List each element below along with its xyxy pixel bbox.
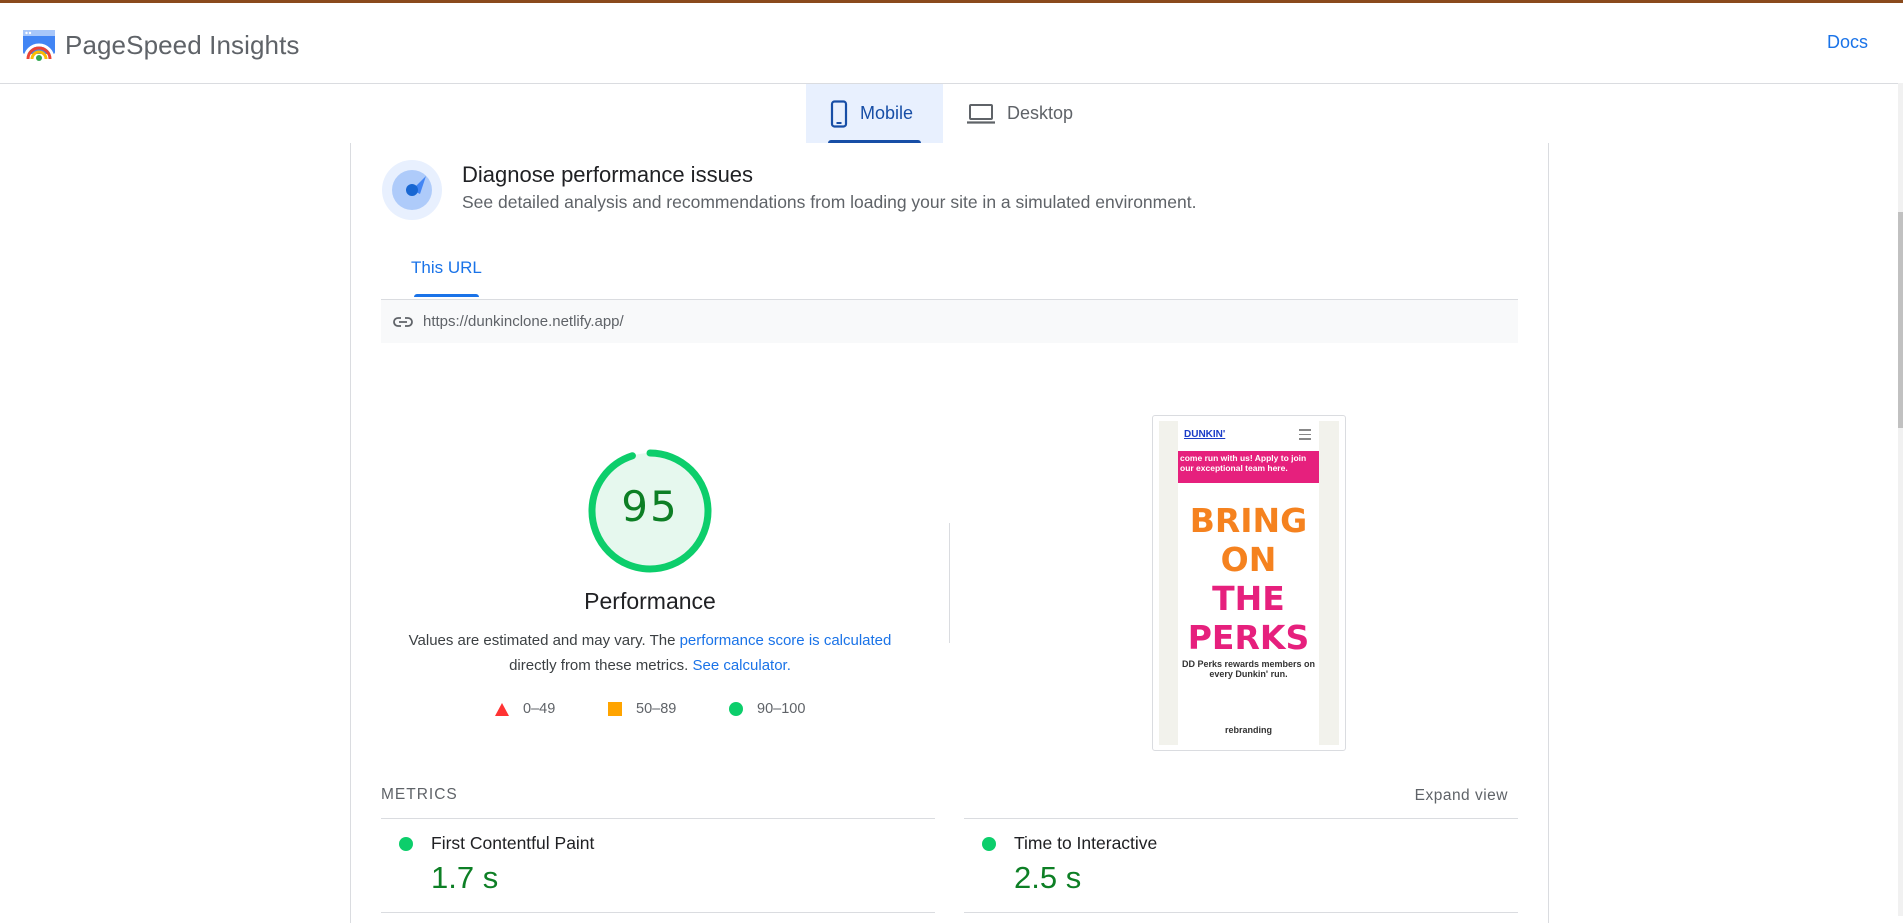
tab-mobile[interactable]: Mobile xyxy=(806,84,943,143)
tab-desktop-label: Desktop xyxy=(1007,103,1074,123)
desc-middle: directly from these metrics. xyxy=(509,657,693,674)
preview-subtext: DD Perks rewards members on every Dunkin… xyxy=(1181,659,1316,679)
legend-fail-label: 0–49 xyxy=(523,701,556,717)
circle-icon xyxy=(729,702,743,716)
diagnose-title: Diagnose performance issues xyxy=(462,162,754,187)
preview-logo-alt: DUNKIN' xyxy=(1184,429,1226,440)
docs-link[interactable]: Docs xyxy=(1827,32,1868,53)
link-icon xyxy=(393,316,413,327)
device-tabs: Mobile Desktop xyxy=(806,84,1095,143)
scrollbar-track[interactable] xyxy=(1898,83,1903,916)
metrics-divider-right xyxy=(964,818,1518,819)
scrollbar-thumb[interactable] xyxy=(1898,212,1903,428)
expand-view-button[interactable]: Expand view xyxy=(1415,787,1508,805)
header: PageSpeed Insights Docs xyxy=(0,3,1898,84)
laptop-icon xyxy=(967,103,995,124)
hero-line-2: ON xyxy=(1220,540,1277,579)
score-calculated-link[interactable]: performance score is calculated xyxy=(680,632,892,649)
legend-average-label: 50–89 xyxy=(636,701,677,717)
final-screenshot: DUNKIN' come run with us! Apply to join … xyxy=(1159,421,1339,745)
hero-line-1: BRING xyxy=(1189,501,1308,540)
triangle-icon xyxy=(495,702,509,716)
metrics-divider-left xyxy=(381,818,935,819)
legend-pass: 90–100 xyxy=(729,701,805,717)
pass-circle-icon xyxy=(399,837,413,851)
tab-mobile-label: Mobile xyxy=(860,103,914,123)
legend-average: 50–89 xyxy=(608,701,676,717)
metric-name: Time to Interactive xyxy=(1014,833,1158,853)
phone-preview: DUNKIN' come run with us! Apply to join … xyxy=(1178,421,1319,745)
metric-row-divider-left xyxy=(381,912,935,913)
preview-banner: come run with us! Apply to join our exce… xyxy=(1178,451,1319,483)
desc-prefix: Values are estimated and may vary. The xyxy=(408,632,680,649)
brand[interactable]: PageSpeed Insights xyxy=(22,28,300,62)
metrics-heading: METRICS xyxy=(381,786,458,803)
app-title: PageSpeed Insights xyxy=(65,29,300,60)
preview-image-alt: rebranding xyxy=(1224,725,1272,735)
hero-line-3: THE xyxy=(1212,579,1285,618)
preview-hero: BRING ON THE PERKS xyxy=(1178,501,1319,657)
performance-label: Performance xyxy=(584,588,716,614)
lab-data-icon xyxy=(382,160,442,220)
diagnose-subtitle: See detailed analysis and recommendation… xyxy=(462,192,1197,212)
vertical-divider xyxy=(949,523,950,643)
metric-value: 2.5 s xyxy=(1014,860,1082,895)
url-bar: https://dunkinclone.netlify.app/ xyxy=(381,300,1518,343)
see-calculator-link[interactable]: See calculator. xyxy=(692,657,790,674)
metric-name: First Contentful Paint xyxy=(431,833,595,853)
legend-fail: 0–49 xyxy=(495,701,555,717)
tested-url: https://dunkinclone.netlify.app/ xyxy=(423,313,624,330)
pass-circle-icon xyxy=(982,837,996,851)
performance-description: Values are estimated and may vary. The p… xyxy=(400,628,900,678)
legend-pass-label: 90–100 xyxy=(757,701,806,717)
pagespeed-logo-icon xyxy=(23,30,55,61)
smartphone-icon xyxy=(830,99,848,128)
performance-score: 95 xyxy=(621,482,679,531)
tab-this-url-indicator xyxy=(414,294,479,297)
metric-row-divider-right xyxy=(964,912,1518,913)
tab-desktop[interactable]: Desktop xyxy=(943,84,1095,143)
square-icon xyxy=(608,702,622,716)
tab-this-url[interactable]: This URL xyxy=(411,258,482,278)
metric-value: 1.7 s xyxy=(431,860,499,895)
hero-line-4: PERKS xyxy=(1187,618,1310,657)
hamburger-menu-icon xyxy=(1299,429,1311,443)
